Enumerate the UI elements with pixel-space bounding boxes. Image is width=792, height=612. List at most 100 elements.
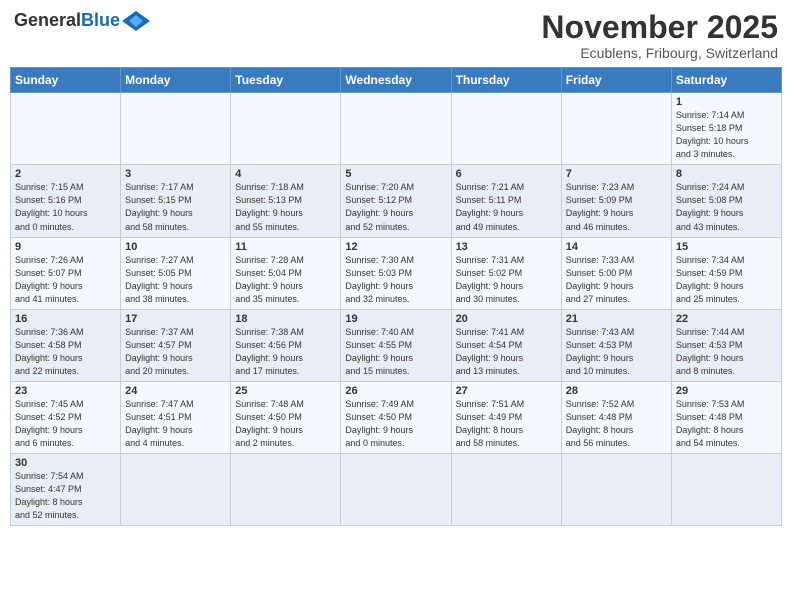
day-info: Sunrise: 7:14 AM Sunset: 5:18 PM Dayligh… (676, 109, 777, 161)
day-info: Sunrise: 7:43 AM Sunset: 4:53 PM Dayligh… (566, 326, 667, 378)
calendar-day-cell: 2Sunrise: 7:15 AM Sunset: 5:16 PM Daylig… (11, 165, 121, 237)
day-number: 29 (676, 385, 777, 397)
day-number: 1 (676, 96, 777, 108)
day-number: 15 (676, 241, 777, 253)
calendar-day-cell: 11Sunrise: 7:28 AM Sunset: 5:04 PM Dayli… (231, 237, 341, 309)
day-number: 18 (235, 313, 336, 325)
day-number: 22 (676, 313, 777, 325)
calendar-day-cell (11, 93, 121, 165)
logo-blue-text: Blue (81, 10, 120, 31)
calendar-day-cell: 16Sunrise: 7:36 AM Sunset: 4:58 PM Dayli… (11, 309, 121, 381)
calendar-day-cell: 5Sunrise: 7:20 AM Sunset: 5:12 PM Daylig… (341, 165, 451, 237)
calendar-day-cell (341, 454, 451, 526)
calendar-day-cell: 30Sunrise: 7:54 AM Sunset: 4:47 PM Dayli… (11, 454, 121, 526)
calendar-day-cell: 25Sunrise: 7:48 AM Sunset: 4:50 PM Dayli… (231, 381, 341, 453)
day-number: 3 (125, 168, 226, 180)
day-number: 21 (566, 313, 667, 325)
calendar-day-cell: 27Sunrise: 7:51 AM Sunset: 4:49 PM Dayli… (451, 381, 561, 453)
calendar-day-cell: 14Sunrise: 7:33 AM Sunset: 5:00 PM Dayli… (561, 237, 671, 309)
calendar-day-cell: 26Sunrise: 7:49 AM Sunset: 4:50 PM Dayli… (341, 381, 451, 453)
calendar-day-cell (561, 454, 671, 526)
day-number: 5 (345, 168, 446, 180)
day-info: Sunrise: 7:38 AM Sunset: 4:56 PM Dayligh… (235, 326, 336, 378)
calendar-day-cell: 7Sunrise: 7:23 AM Sunset: 5:09 PM Daylig… (561, 165, 671, 237)
calendar-table: SundayMondayTuesdayWednesdayThursdayFrid… (10, 67, 782, 526)
calendar-day-cell: 1Sunrise: 7:14 AM Sunset: 5:18 PM Daylig… (671, 93, 781, 165)
calendar-day-cell (121, 93, 231, 165)
calendar-day-cell: 18Sunrise: 7:38 AM Sunset: 4:56 PM Dayli… (231, 309, 341, 381)
day-number: 7 (566, 168, 667, 180)
day-number: 4 (235, 168, 336, 180)
day-info: Sunrise: 7:23 AM Sunset: 5:09 PM Dayligh… (566, 181, 667, 233)
day-info: Sunrise: 7:44 AM Sunset: 4:53 PM Dayligh… (676, 326, 777, 378)
weekday-header-saturday: Saturday (671, 68, 781, 93)
day-info: Sunrise: 7:53 AM Sunset: 4:48 PM Dayligh… (676, 398, 777, 450)
calendar-week-row: 16Sunrise: 7:36 AM Sunset: 4:58 PM Dayli… (11, 309, 782, 381)
day-number: 19 (345, 313, 446, 325)
calendar-day-cell: 23Sunrise: 7:45 AM Sunset: 4:52 PM Dayli… (11, 381, 121, 453)
day-info: Sunrise: 7:20 AM Sunset: 5:12 PM Dayligh… (345, 181, 446, 233)
calendar-day-cell: 19Sunrise: 7:40 AM Sunset: 4:55 PM Dayli… (341, 309, 451, 381)
day-info: Sunrise: 7:40 AM Sunset: 4:55 PM Dayligh… (345, 326, 446, 378)
day-info: Sunrise: 7:49 AM Sunset: 4:50 PM Dayligh… (345, 398, 446, 450)
calendar-day-cell: 20Sunrise: 7:41 AM Sunset: 4:54 PM Dayli… (451, 309, 561, 381)
weekday-header-wednesday: Wednesday (341, 68, 451, 93)
day-number: 10 (125, 241, 226, 253)
weekday-header-thursday: Thursday (451, 68, 561, 93)
day-info: Sunrise: 7:18 AM Sunset: 5:13 PM Dayligh… (235, 181, 336, 233)
day-info: Sunrise: 7:51 AM Sunset: 4:49 PM Dayligh… (456, 398, 557, 450)
calendar-day-cell: 9Sunrise: 7:26 AM Sunset: 5:07 PM Daylig… (11, 237, 121, 309)
calendar-day-cell: 12Sunrise: 7:30 AM Sunset: 5:03 PM Dayli… (341, 237, 451, 309)
day-number: 6 (456, 168, 557, 180)
calendar-day-cell (231, 93, 341, 165)
day-info: Sunrise: 7:26 AM Sunset: 5:07 PM Dayligh… (15, 254, 116, 306)
calendar-week-row: 9Sunrise: 7:26 AM Sunset: 5:07 PM Daylig… (11, 237, 782, 309)
weekday-header-sunday: Sunday (11, 68, 121, 93)
title-block: November 2025 Ecublens, Fribourg, Switze… (541, 10, 778, 61)
day-info: Sunrise: 7:47 AM Sunset: 4:51 PM Dayligh… (125, 398, 226, 450)
day-info: Sunrise: 7:31 AM Sunset: 5:02 PM Dayligh… (456, 254, 557, 306)
day-number: 20 (456, 313, 557, 325)
day-number: 25 (235, 385, 336, 397)
logo-general-text: General (14, 10, 81, 31)
logo-icon (122, 11, 150, 31)
day-info: Sunrise: 7:15 AM Sunset: 5:16 PM Dayligh… (15, 181, 116, 233)
day-info: Sunrise: 7:33 AM Sunset: 5:00 PM Dayligh… (566, 254, 667, 306)
day-info: Sunrise: 7:48 AM Sunset: 4:50 PM Dayligh… (235, 398, 336, 450)
calendar-day-cell: 24Sunrise: 7:47 AM Sunset: 4:51 PM Dayli… (121, 381, 231, 453)
day-info: Sunrise: 7:30 AM Sunset: 5:03 PM Dayligh… (345, 254, 446, 306)
calendar-day-cell (671, 454, 781, 526)
day-number: 9 (15, 241, 116, 253)
day-info: Sunrise: 7:17 AM Sunset: 5:15 PM Dayligh… (125, 181, 226, 233)
month-title: November 2025 (541, 10, 778, 45)
day-info: Sunrise: 7:21 AM Sunset: 5:11 PM Dayligh… (456, 181, 557, 233)
day-info: Sunrise: 7:45 AM Sunset: 4:52 PM Dayligh… (15, 398, 116, 450)
logo: General Blue (14, 10, 150, 31)
calendar-day-cell (561, 93, 671, 165)
calendar-day-cell (341, 93, 451, 165)
calendar-week-row: 30Sunrise: 7:54 AM Sunset: 4:47 PM Dayli… (11, 454, 782, 526)
calendar-day-cell: 10Sunrise: 7:27 AM Sunset: 5:05 PM Dayli… (121, 237, 231, 309)
day-info: Sunrise: 7:41 AM Sunset: 4:54 PM Dayligh… (456, 326, 557, 378)
calendar-day-cell: 3Sunrise: 7:17 AM Sunset: 5:15 PM Daylig… (121, 165, 231, 237)
day-info: Sunrise: 7:28 AM Sunset: 5:04 PM Dayligh… (235, 254, 336, 306)
day-number: 30 (15, 457, 116, 469)
page-header: General Blue November 2025 Ecublens, Fri… (10, 10, 782, 61)
day-number: 28 (566, 385, 667, 397)
day-number: 26 (345, 385, 446, 397)
calendar-week-row: 2Sunrise: 7:15 AM Sunset: 5:16 PM Daylig… (11, 165, 782, 237)
day-number: 8 (676, 168, 777, 180)
calendar-day-cell: 6Sunrise: 7:21 AM Sunset: 5:11 PM Daylig… (451, 165, 561, 237)
day-info: Sunrise: 7:36 AM Sunset: 4:58 PM Dayligh… (15, 326, 116, 378)
calendar-day-cell (231, 454, 341, 526)
day-number: 16 (15, 313, 116, 325)
calendar-day-cell: 8Sunrise: 7:24 AM Sunset: 5:08 PM Daylig… (671, 165, 781, 237)
day-info: Sunrise: 7:27 AM Sunset: 5:05 PM Dayligh… (125, 254, 226, 306)
weekday-header-friday: Friday (561, 68, 671, 93)
weekday-header-tuesday: Tuesday (231, 68, 341, 93)
day-number: 2 (15, 168, 116, 180)
day-number: 14 (566, 241, 667, 253)
calendar-day-cell: 29Sunrise: 7:53 AM Sunset: 4:48 PM Dayli… (671, 381, 781, 453)
day-number: 17 (125, 313, 226, 325)
calendar-week-row: 1Sunrise: 7:14 AM Sunset: 5:18 PM Daylig… (11, 93, 782, 165)
